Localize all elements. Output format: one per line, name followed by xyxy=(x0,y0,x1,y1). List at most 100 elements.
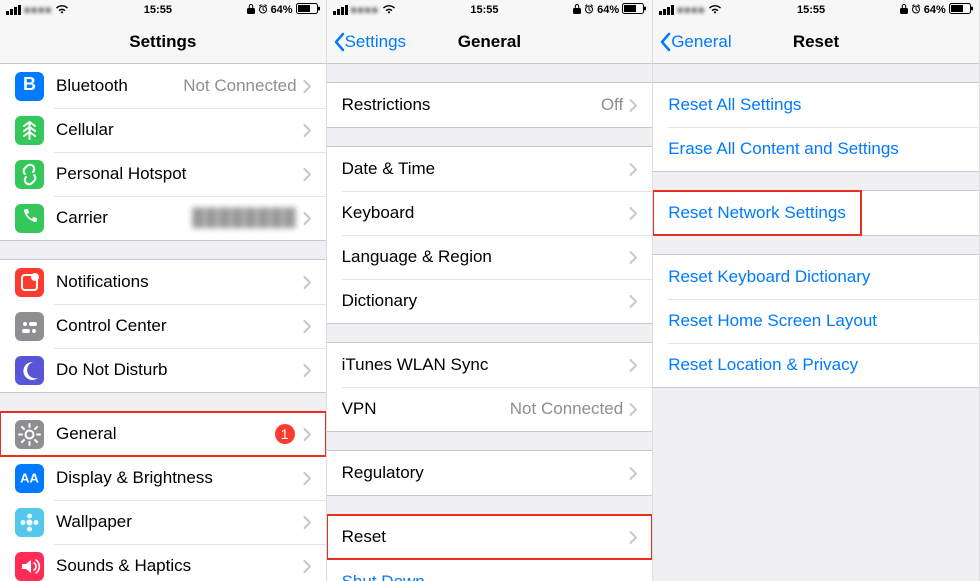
cell-itunes-sync[interactable]: iTunes WLAN Sync xyxy=(327,343,653,387)
cell-label: Restrictions xyxy=(342,95,601,115)
cell-reset[interactable]: Reset xyxy=(327,515,653,559)
cell-label: Reset Location & Privacy xyxy=(668,355,964,375)
carrier-icon xyxy=(15,204,44,233)
lock-icon xyxy=(573,4,581,17)
cell-label: Date & Time xyxy=(342,159,630,179)
chevron-right-icon xyxy=(629,99,637,112)
back-label: General xyxy=(671,32,731,52)
general-list[interactable]: RestrictionsOff Date & Time Keyboard Langua… xyxy=(327,64,653,581)
screen-general: ●●●● 15:55 64% Settings General Restrict… xyxy=(327,0,654,581)
hotspot-icon xyxy=(15,160,44,189)
chevron-right-icon xyxy=(303,168,311,181)
chevron-right-icon xyxy=(629,531,637,544)
chevron-right-icon xyxy=(629,403,637,416)
chevron-right-icon xyxy=(629,295,637,308)
nav-bar: Settings General xyxy=(327,20,653,64)
cell-sounds[interactable]: Sounds & Haptics xyxy=(0,544,326,581)
nav-bar: Settings xyxy=(0,20,326,64)
cell-hotspot[interactable]: Personal Hotspot xyxy=(0,152,326,196)
chevron-right-icon xyxy=(629,163,637,176)
reset-list[interactable]: Reset All SettingsErase All Content and … xyxy=(653,64,979,581)
signal-icon xyxy=(6,5,21,15)
status-bar: ●●●● 15:55 64% xyxy=(327,0,653,20)
lock-icon xyxy=(900,4,908,17)
battery-pct: 64% xyxy=(271,4,293,16)
alarm-icon xyxy=(584,4,594,17)
cell-notifications[interactable]: Notifications xyxy=(0,260,326,304)
chevron-right-icon xyxy=(303,428,311,441)
cell-cellular[interactable]: Cellular xyxy=(0,108,326,152)
back-button[interactable]: General xyxy=(653,32,731,52)
cell-reset-all[interactable]: Reset All Settings xyxy=(653,83,979,127)
cell-regulatory[interactable]: Regulatory xyxy=(327,451,653,495)
cell-language[interactable]: Language & Region xyxy=(327,235,653,279)
status-time: 15:55 xyxy=(797,4,825,16)
bluetooth-icon: B xyxy=(15,72,44,101)
cell-label: Dictionary xyxy=(342,291,630,311)
screen-reset: ●●●● 15:55 64% General Reset Reset All S… xyxy=(653,0,980,581)
cell-label: Control Center xyxy=(56,316,303,336)
cell-display[interactable]: AA Display & Brightness xyxy=(0,456,326,500)
nav-bar: General Reset xyxy=(653,20,979,64)
chevron-right-icon xyxy=(303,80,311,93)
battery-icon xyxy=(949,3,973,17)
cell-dictionary[interactable]: Dictionary xyxy=(327,279,653,323)
battery-icon xyxy=(622,3,646,17)
cell-detail: Not Connected xyxy=(183,76,296,96)
general-icon xyxy=(15,420,44,449)
cell-label: Reset Keyboard Dictionary xyxy=(668,267,964,287)
shutdown-button[interactable]: Shut Down xyxy=(327,560,653,581)
cell-restrictions[interactable]: RestrictionsOff xyxy=(327,83,653,127)
cell-label: Do Not Disturb xyxy=(56,360,303,380)
carrier-name: ●●●● xyxy=(24,5,52,16)
chevron-right-icon xyxy=(629,251,637,264)
screen-settings: ●●●● 15:55 64% Settings BBluetoothNot Co… xyxy=(0,0,327,581)
chevron-right-icon xyxy=(629,467,637,480)
lock-icon xyxy=(247,4,255,17)
cell-detail: ████████ xyxy=(192,208,296,228)
svg-text:AA: AA xyxy=(20,470,39,485)
alarm-icon xyxy=(258,4,268,17)
cell-datetime[interactable]: Date & Time xyxy=(327,147,653,191)
wifi-icon xyxy=(708,4,722,17)
cell-bluetooth[interactable]: B BluetoothNot Connected xyxy=(0,64,326,108)
cell-wallpaper[interactable]: Wallpaper xyxy=(0,500,326,544)
cell-label: Display & Brightness xyxy=(56,468,303,488)
cell-control-center[interactable]: Control Center xyxy=(0,304,326,348)
chevron-right-icon xyxy=(303,364,311,377)
cell-general[interactable]: General1 xyxy=(0,412,326,456)
cell-keyboard[interactable]: Keyboard xyxy=(327,191,653,235)
cell-carrier[interactable]: Carrier████████ xyxy=(0,196,326,240)
cell-label: Reset Network Settings xyxy=(668,203,964,223)
notifications-icon xyxy=(15,268,44,297)
cell-label: Reset Home Screen Layout xyxy=(668,311,964,331)
wifi-icon xyxy=(55,4,69,17)
back-label: Settings xyxy=(345,32,406,52)
page-title: Settings xyxy=(0,32,326,52)
chevron-right-icon xyxy=(303,472,311,485)
cell-label: General xyxy=(56,424,275,444)
cell-label: Bluetooth xyxy=(56,76,183,96)
cell-reset-network[interactable]: Reset Network Settings xyxy=(653,191,979,235)
chevron-right-icon xyxy=(629,207,637,220)
back-button[interactable]: Settings xyxy=(327,32,406,52)
cellular-icon xyxy=(15,116,44,145)
settings-list[interactable]: B BluetoothNot Connected Cellular Personal … xyxy=(0,64,326,581)
cell-dnd[interactable]: Do Not Disturb xyxy=(0,348,326,392)
cell-label: Cellular xyxy=(56,120,303,140)
cell-label: Personal Hotspot xyxy=(56,164,303,184)
svg-text:B: B xyxy=(23,73,36,93)
dnd-icon xyxy=(15,356,44,385)
cell-erase-all[interactable]: Erase All Content and Settings xyxy=(653,127,979,171)
cell-detail: Not Connected xyxy=(510,399,623,419)
carrier-name: ●●●● xyxy=(351,5,379,16)
status-time: 15:55 xyxy=(470,4,498,16)
cell-reset-keyboard[interactable]: Reset Keyboard Dictionary xyxy=(653,255,979,299)
cell-label: Language & Region xyxy=(342,247,630,267)
chevron-right-icon xyxy=(303,560,311,573)
cell-reset-home[interactable]: Reset Home Screen Layout xyxy=(653,299,979,343)
cell-reset-location[interactable]: Reset Location & Privacy xyxy=(653,343,979,387)
cell-label: Sounds & Haptics xyxy=(56,556,303,576)
cell-detail: Off xyxy=(601,95,623,115)
cell-vpn[interactable]: VPNNot Connected xyxy=(327,387,653,431)
